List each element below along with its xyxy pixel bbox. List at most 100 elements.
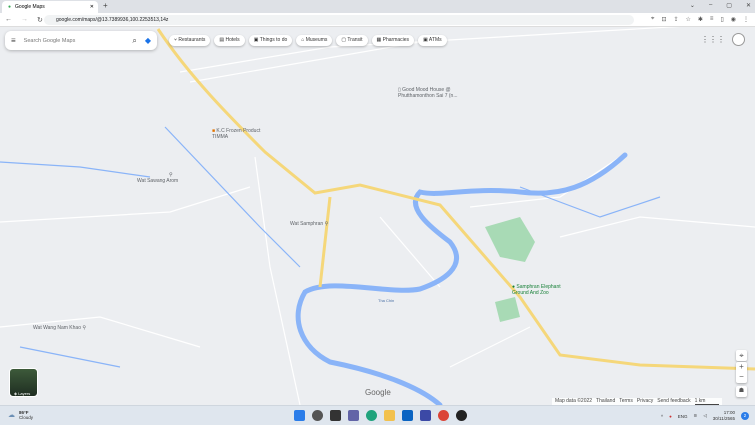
forward-icon[interactable]: → xyxy=(21,16,28,24)
date: 30/11/2565 xyxy=(712,416,735,421)
search-icon[interactable]: ⌕ xyxy=(132,36,136,46)
bookmark-star-icon[interactable]: ☆ xyxy=(686,16,691,23)
minimize-button[interactable]: – xyxy=(709,2,712,9)
park-area-2 xyxy=(495,297,520,322)
chip-hotels[interactable]: ▤ Hotels xyxy=(214,35,245,46)
wifi-icon[interactable]: ≋ xyxy=(694,413,698,419)
zoom-out-button[interactable]: − xyxy=(736,372,747,382)
tab-title: Google Maps xyxy=(15,4,45,10)
place-kc-frozen[interactable]: ■ K.C Frozen Product TIMMA xyxy=(212,128,267,140)
atm-icon: ▣ xyxy=(423,37,428,43)
install-icon[interactable]: ⊡ xyxy=(661,16,666,23)
pharmacy-icon: ▦ xyxy=(376,37,382,43)
address-bar-row: ← → ↻ google.com/maps/@13.7389936,100.2253… xyxy=(0,13,755,27)
chip-label: Hotels xyxy=(225,37,240,43)
map-data-text: Map data ©2022 xyxy=(555,398,593,404)
river-label: Tha Chin xyxy=(378,298,395,303)
edge-icon[interactable] xyxy=(366,410,377,421)
category-chips: ⑂ Restaurants ▤ Hotels ▣ Things to do ⌂ … xyxy=(169,35,447,46)
notification-badge[interactable]: 2 xyxy=(741,412,749,420)
camera-icon: ▣ xyxy=(253,37,259,43)
chip-restaurants[interactable]: ⑂ Restaurants xyxy=(169,35,211,46)
close-window-button[interactable]: ✕ xyxy=(746,2,751,9)
extensions-icon[interactable]: ✱ xyxy=(698,16,703,23)
google-logo: Google xyxy=(365,388,391,397)
app-icon[interactable] xyxy=(456,410,467,421)
security-icon[interactable]: ● xyxy=(669,414,672,419)
hotel-icon: ▤ xyxy=(219,37,225,43)
park-area xyxy=(485,217,535,262)
tab-google-maps[interactable]: ● Google Maps ✕ xyxy=(2,1,98,13)
chip-transit[interactable]: ▢ Transit xyxy=(336,35,368,46)
apps-grid-icon[interactable]: ⋮⋮⋮ xyxy=(701,35,725,44)
chat-icon[interactable] xyxy=(348,410,359,421)
new-tab-button[interactable]: + xyxy=(103,1,108,10)
directions-icon[interactable]: ◆ xyxy=(145,36,151,45)
chip-label: Restaurants xyxy=(178,37,206,43)
search-taskbar-icon[interactable] xyxy=(312,410,323,421)
profile-icon[interactable]: ◉ xyxy=(731,16,736,23)
media-icon[interactable]: ≡ xyxy=(710,16,714,23)
send-feedback-link[interactable]: Send feedback xyxy=(657,398,690,405)
place-label: Good Mood House @ Phutthamonthon Sai 7 (… xyxy=(398,87,458,99)
mail-icon[interactable] xyxy=(402,410,413,421)
place-label: Wat Sawang Arom xyxy=(137,177,179,184)
language-indicator[interactable]: ENG xyxy=(678,414,688,419)
file-explorer-icon[interactable] xyxy=(384,410,395,421)
attribution-bar: Map data ©2022 Thailand Terms Privacy Se… xyxy=(552,398,723,405)
place-label: Wat Wang Nam Khao xyxy=(33,325,81,331)
chip-label: Museums xyxy=(305,37,328,43)
chip-label: Pharmacies xyxy=(382,37,410,43)
privacy-link[interactable]: Privacy xyxy=(637,398,653,405)
place-good-mood-house[interactable]: ▯ Good Mood House @ Phutthamonthon Sai 7… xyxy=(398,87,478,99)
pin-icon: ⚲ xyxy=(82,325,87,331)
location-icon[interactable]: ⌖ xyxy=(651,16,654,23)
menu-icon[interactable]: ⋮ xyxy=(743,16,749,23)
street-view-pegman[interactable]: ☗ xyxy=(736,386,747,397)
editor-icon[interactable] xyxy=(420,410,431,421)
place-label: Wat Samphran xyxy=(290,221,324,227)
chip-museums[interactable]: ⌂ Museums xyxy=(296,35,333,46)
reload-icon[interactable]: ↻ xyxy=(37,16,43,24)
share-icon[interactable]: ⇪ xyxy=(673,16,678,23)
region-link[interactable]: Thailand xyxy=(596,398,615,405)
clock[interactable]: 17:00 30/11/2565 xyxy=(713,410,735,422)
menu-hamburger-icon[interactable]: ≡ xyxy=(11,36,16,45)
search-box[interactable]: ≡ Search Google Maps ⌕ ◆ xyxy=(5,31,157,50)
task-view-icon[interactable] xyxy=(330,410,341,421)
layers-icon: ◈ xyxy=(14,391,18,396)
back-icon[interactable]: ← xyxy=(5,16,12,24)
chevron-up-icon[interactable]: ^ xyxy=(661,414,663,419)
window-controls: ⌄ – ▢ ✕ xyxy=(690,2,751,9)
chrome-icon[interactable] xyxy=(438,410,449,421)
chip-label: Transit xyxy=(347,37,363,43)
close-tab-icon[interactable]: ✕ xyxy=(90,4,94,10)
chip-label: Things to do xyxy=(259,37,288,43)
chip-pharmacies[interactable]: ▦ Pharmacies xyxy=(371,35,415,46)
zoom-in-button[interactable]: + xyxy=(736,362,747,372)
weather-widget[interactable]: ☁ 86°F Cloudy xyxy=(8,410,33,420)
my-location-button[interactable]: ⌖ xyxy=(736,350,747,361)
scale-bar[interactable]: 1 km xyxy=(694,398,720,405)
account-avatar[interactable] xyxy=(732,33,745,46)
url-input[interactable]: google.com/maps/@13.7389936,100.2253513,… xyxy=(44,15,634,25)
layers-label: Layers xyxy=(18,391,31,396)
map-canvas[interactable]: ≡ Search Google Maps ⌕ ◆ ⑂ Restaurants ▤ Ho… xyxy=(0,27,755,405)
sidebar-icon[interactable]: ▯ xyxy=(720,16,723,23)
terms-link[interactable]: Terms xyxy=(619,398,633,405)
cloud-icon: ☁ xyxy=(8,412,15,419)
maximize-button[interactable]: ▢ xyxy=(726,2,732,9)
place-label: K.C Frozen Product TIMMA xyxy=(212,128,261,140)
place-elephant-zoo[interactable]: ● Samphran Elephant Ground And Zoo xyxy=(512,284,572,296)
layers-button[interactable]: ◈ Layers xyxy=(9,368,38,397)
search-input[interactable]: Search Google Maps xyxy=(24,38,76,44)
place-wat-sawang-arom[interactable]: ⚲ Wat Sawang Arom xyxy=(137,172,197,184)
pin-icon: ⚲ xyxy=(324,221,329,227)
chip-things-to-do[interactable]: ▣ Things to do xyxy=(248,35,293,46)
place-wat-samphran[interactable]: Wat Samphran ⚲ xyxy=(290,221,329,228)
tab-search-icon[interactable]: ⌄ xyxy=(690,2,695,9)
start-icon[interactable] xyxy=(294,410,305,421)
chip-atms[interactable]: ▣ ATMs xyxy=(418,35,447,46)
place-wat-wang-nam-khao[interactable]: Wat Wang Nam Khao ⚲ xyxy=(33,325,87,332)
volume-icon[interactable]: ◁ xyxy=(703,413,706,419)
